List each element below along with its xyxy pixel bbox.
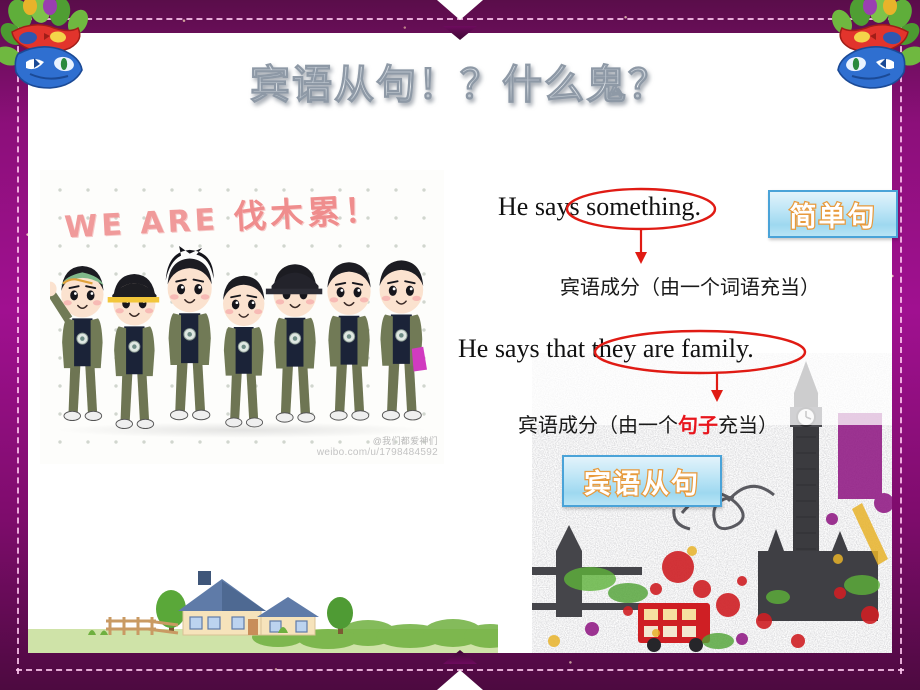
example-1-annotation-prefix: 宾语成分（由一个: [560, 275, 720, 299]
example-1-suffix: .: [694, 192, 701, 221]
tag-simple-sentence-label: 简单句: [788, 200, 877, 234]
example-1-circled-object: something: [586, 192, 695, 221]
photo-headline-en: WE ARE: [63, 202, 220, 246]
slide-canvas: WE ARE 伐木累！ @我们都爱神们 weibo.com/u/17984845…: [0, 0, 920, 690]
page-title: 宾语从句！？什么鬼？: [0, 52, 920, 110]
tag-object-clause[interactable]: 宾语从句: [562, 455, 722, 507]
photo-headline-cn: 伐木累！: [232, 189, 383, 237]
frame-dashed-line-right: [900, 16, 902, 674]
tag-simple-sentence[interactable]: 简单句: [768, 190, 898, 238]
tag-object-clause-label: 宾语从句: [583, 467, 700, 501]
example-2-annotation-suffix: 充当）: [718, 413, 778, 437]
photo-watermark: @我们都爱神们 weibo.com/u/1798484592: [317, 436, 438, 458]
watermark-line-2: weibo.com/u/1798484592: [316, 446, 438, 458]
example-1-annotation: 宾语成分（由一个词语充当）: [560, 271, 820, 300]
example-1-prefix: He says: [498, 192, 587, 221]
cartoon-photo: WE ARE 伐木累！ @我们都爱神们 weibo.com/u/17984845…: [40, 170, 444, 464]
watermark-line-1: @我们都爱神们: [372, 436, 438, 447]
example-1-sentence: He says something.: [498, 192, 701, 222]
example-2-annotation-highlight: 句子: [678, 413, 718, 437]
chibi-characters-group: [50, 246, 427, 430]
example-2-circled-object: they are family: [591, 334, 748, 363]
example-2-annotation: 宾语成分（由一个句子充当）: [518, 409, 778, 438]
example-2-sentence: He says that they are family.: [458, 334, 754, 364]
example-2-suffix: .: [747, 334, 754, 363]
countryside-house-illustration: [28, 571, 498, 653]
example-2-annotation-prefix: 宾语成分（由一个: [518, 413, 678, 437]
frame-dashed-line-left: [17, 16, 19, 674]
example-1-annotation-suffix: 词语充当）: [720, 275, 820, 299]
example-2-prefix: He says that: [458, 334, 592, 363]
